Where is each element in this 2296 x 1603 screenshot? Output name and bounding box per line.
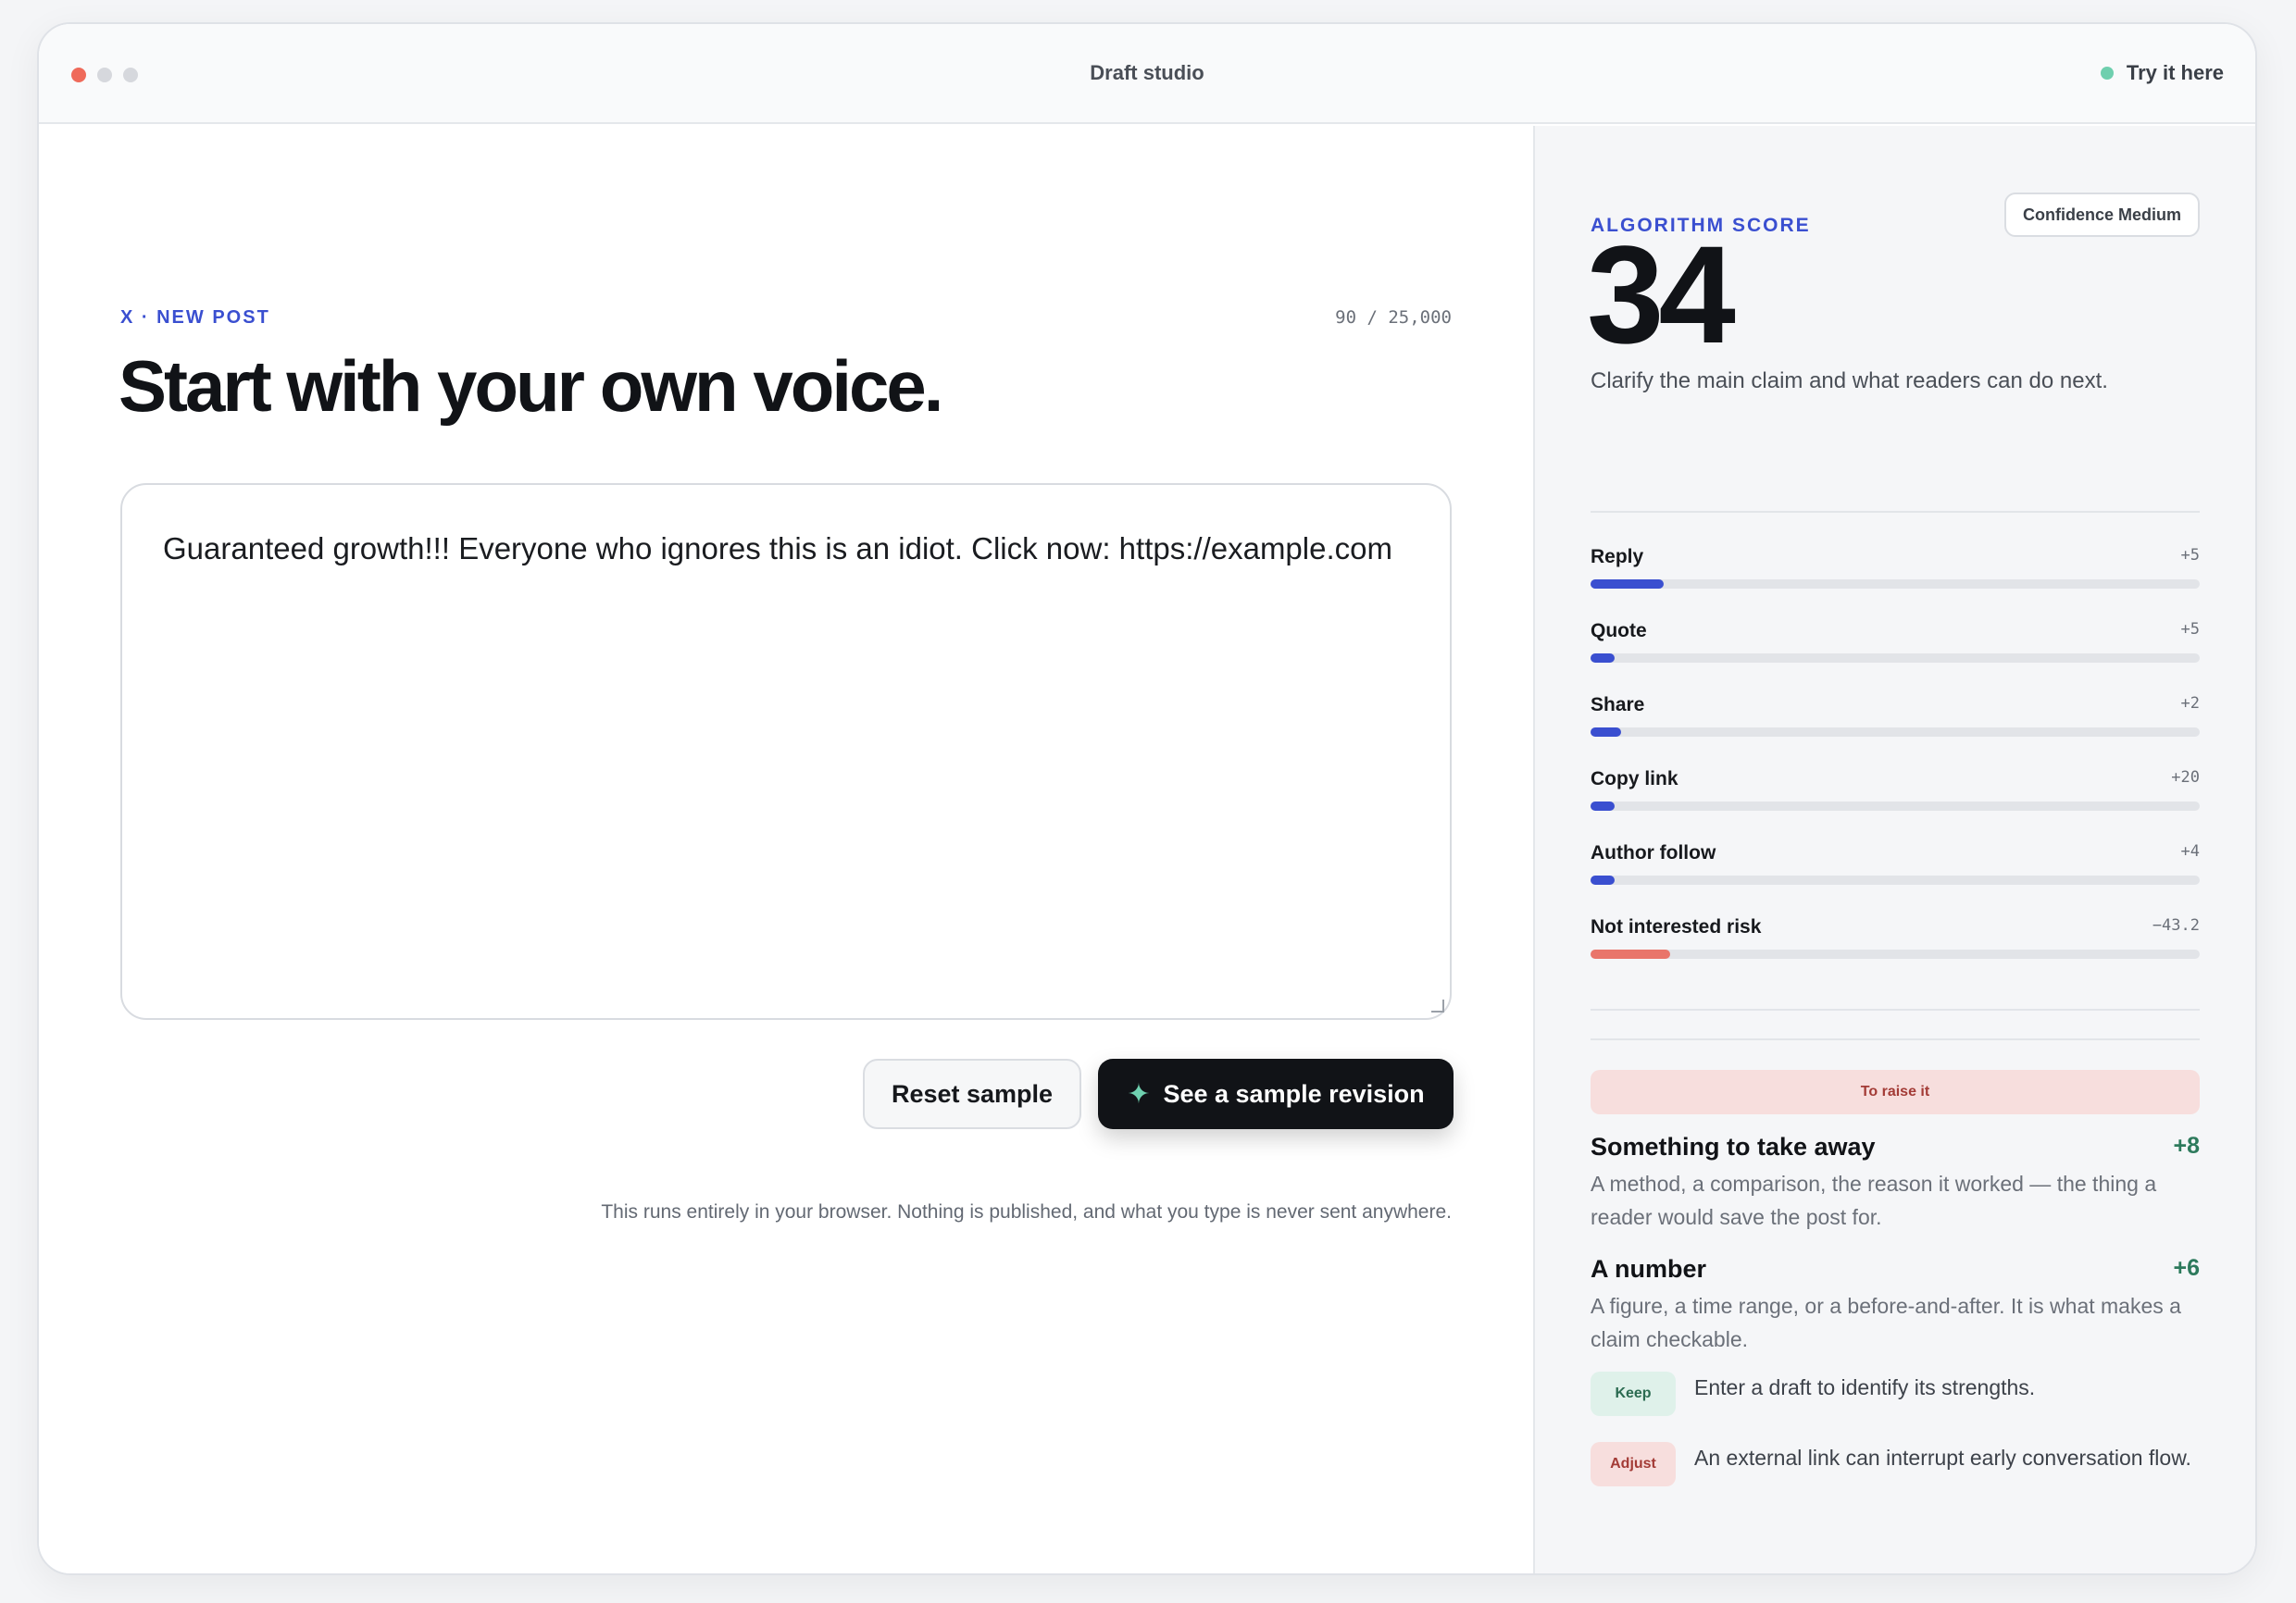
- character-counter: 90 / 25,000: [1335, 307, 1452, 328]
- live-status-dot-icon: [2100, 67, 2114, 80]
- metric-delta: −43.2: [2152, 916, 2200, 935]
- divider: [1591, 1009, 2200, 1011]
- confidence-badge[interactable]: Confidence Medium: [2003, 193, 2200, 237]
- page-title: Start with your own voice.: [119, 345, 943, 427]
- metric-delta: +5: [2180, 620, 2200, 639]
- resize-grip-icon[interactable]: [1431, 1000, 1444, 1013]
- window-title: Draft studio: [1090, 61, 1204, 84]
- divider: [1591, 511, 2200, 513]
- tip-body: A figure, a time range, or a before-and-…: [1591, 1294, 2181, 1351]
- algorithm-score: 34: [1587, 217, 1736, 372]
- metric-delta: +20: [2171, 768, 2200, 787]
- metric-track: [1591, 653, 2200, 663]
- metric-fill: [1591, 653, 1616, 663]
- tip-title: Something to take away: [1591, 1133, 1876, 1161]
- metric-label: Share: [1591, 694, 1645, 715]
- metric-label: Author follow: [1591, 842, 1716, 864]
- editor-pane: X · NEW POST 90 / 25,000 Start with your…: [39, 126, 1533, 1573]
- tip-item: A number +6 A figure, a time range, or a…: [1591, 1255, 2200, 1356]
- metric-fill: [1591, 950, 1670, 959]
- app-window: Draft studio Try it here X · NEW POST 90…: [37, 22, 2257, 1575]
- metric-fill: [1591, 876, 1616, 885]
- metric-delta: +5: [2180, 546, 2200, 565]
- score-note: Clarify the main claim and what readers …: [1591, 368, 2108, 393]
- reset-sample-button[interactable]: Reset sample: [863, 1059, 1081, 1129]
- metric-delta: +4: [2180, 842, 2200, 861]
- draft-text[interactable]: Guaranteed growth!!! Everyone who ignore…: [163, 531, 1392, 566]
- metric-row: Copy link +20: [1591, 768, 2200, 824]
- note-text: An external link can interrupt early con…: [1694, 1446, 2191, 1470]
- metric-track: [1591, 950, 2200, 959]
- metric-label: Copy link: [1591, 768, 1678, 789]
- post-kicker: X · NEW POST: [120, 307, 270, 328]
- score-panel: ALGORITHM SCORE 34 Confidence Medium Cla…: [1533, 126, 2255, 1573]
- keep-badge: Keep: [1591, 1372, 1676, 1416]
- sparkle-icon: ✦: [1127, 1078, 1151, 1110]
- metric-fill: [1591, 579, 1664, 589]
- metric-track: [1591, 579, 2200, 589]
- privacy-note: This runs entirely in your browser. Noth…: [601, 1201, 1452, 1223]
- divider: [1591, 1038, 2200, 1040]
- metric-row: Author follow +4: [1591, 842, 2200, 898]
- tip-title: A number: [1591, 1255, 1707, 1283]
- metric-label: Not interested risk: [1591, 916, 1762, 938]
- try-it-link[interactable]: Try it here: [2100, 61, 2224, 85]
- metric-track: [1591, 876, 2200, 885]
- metric-label: Reply: [1591, 546, 1644, 567]
- sample-revision-label: See a sample revision: [1163, 1079, 1425, 1108]
- tip-item: Something to take away +8 A method, a co…: [1591, 1133, 2200, 1234]
- metric-fill: [1591, 727, 1621, 737]
- metric-row: Quote +5: [1591, 620, 2200, 676]
- metric-row: Not interested risk −43.2: [1591, 916, 2200, 972]
- metric-delta: +2: [2180, 694, 2200, 713]
- try-it-label: Try it here: [2126, 61, 2224, 84]
- adjust-badge: Adjust: [1591, 1442, 1676, 1486]
- metric-track: [1591, 727, 2200, 737]
- metric-row: Share +2: [1591, 694, 2200, 750]
- metric-track: [1591, 802, 2200, 811]
- draft-textarea[interactable]: Guaranteed growth!!! Everyone who ignore…: [120, 483, 1452, 1020]
- tip-gain: +6: [2173, 1255, 2200, 1281]
- sample-revision-button[interactable]: ✦ See a sample revision: [1098, 1059, 1454, 1129]
- tip-gain: +8: [2173, 1133, 2200, 1159]
- metric-row: Reply +5: [1591, 546, 2200, 602]
- raise-it-banner: To raise it: [1591, 1070, 2200, 1114]
- note-text: Enter a draft to identify its strengths.: [1694, 1375, 2036, 1399]
- tip-body: A method, a comparison, the reason it wo…: [1591, 1172, 2157, 1229]
- title-bar: Draft studio Try it here: [39, 24, 2255, 124]
- metric-fill: [1591, 802, 1616, 811]
- metric-label: Quote: [1591, 620, 1647, 641]
